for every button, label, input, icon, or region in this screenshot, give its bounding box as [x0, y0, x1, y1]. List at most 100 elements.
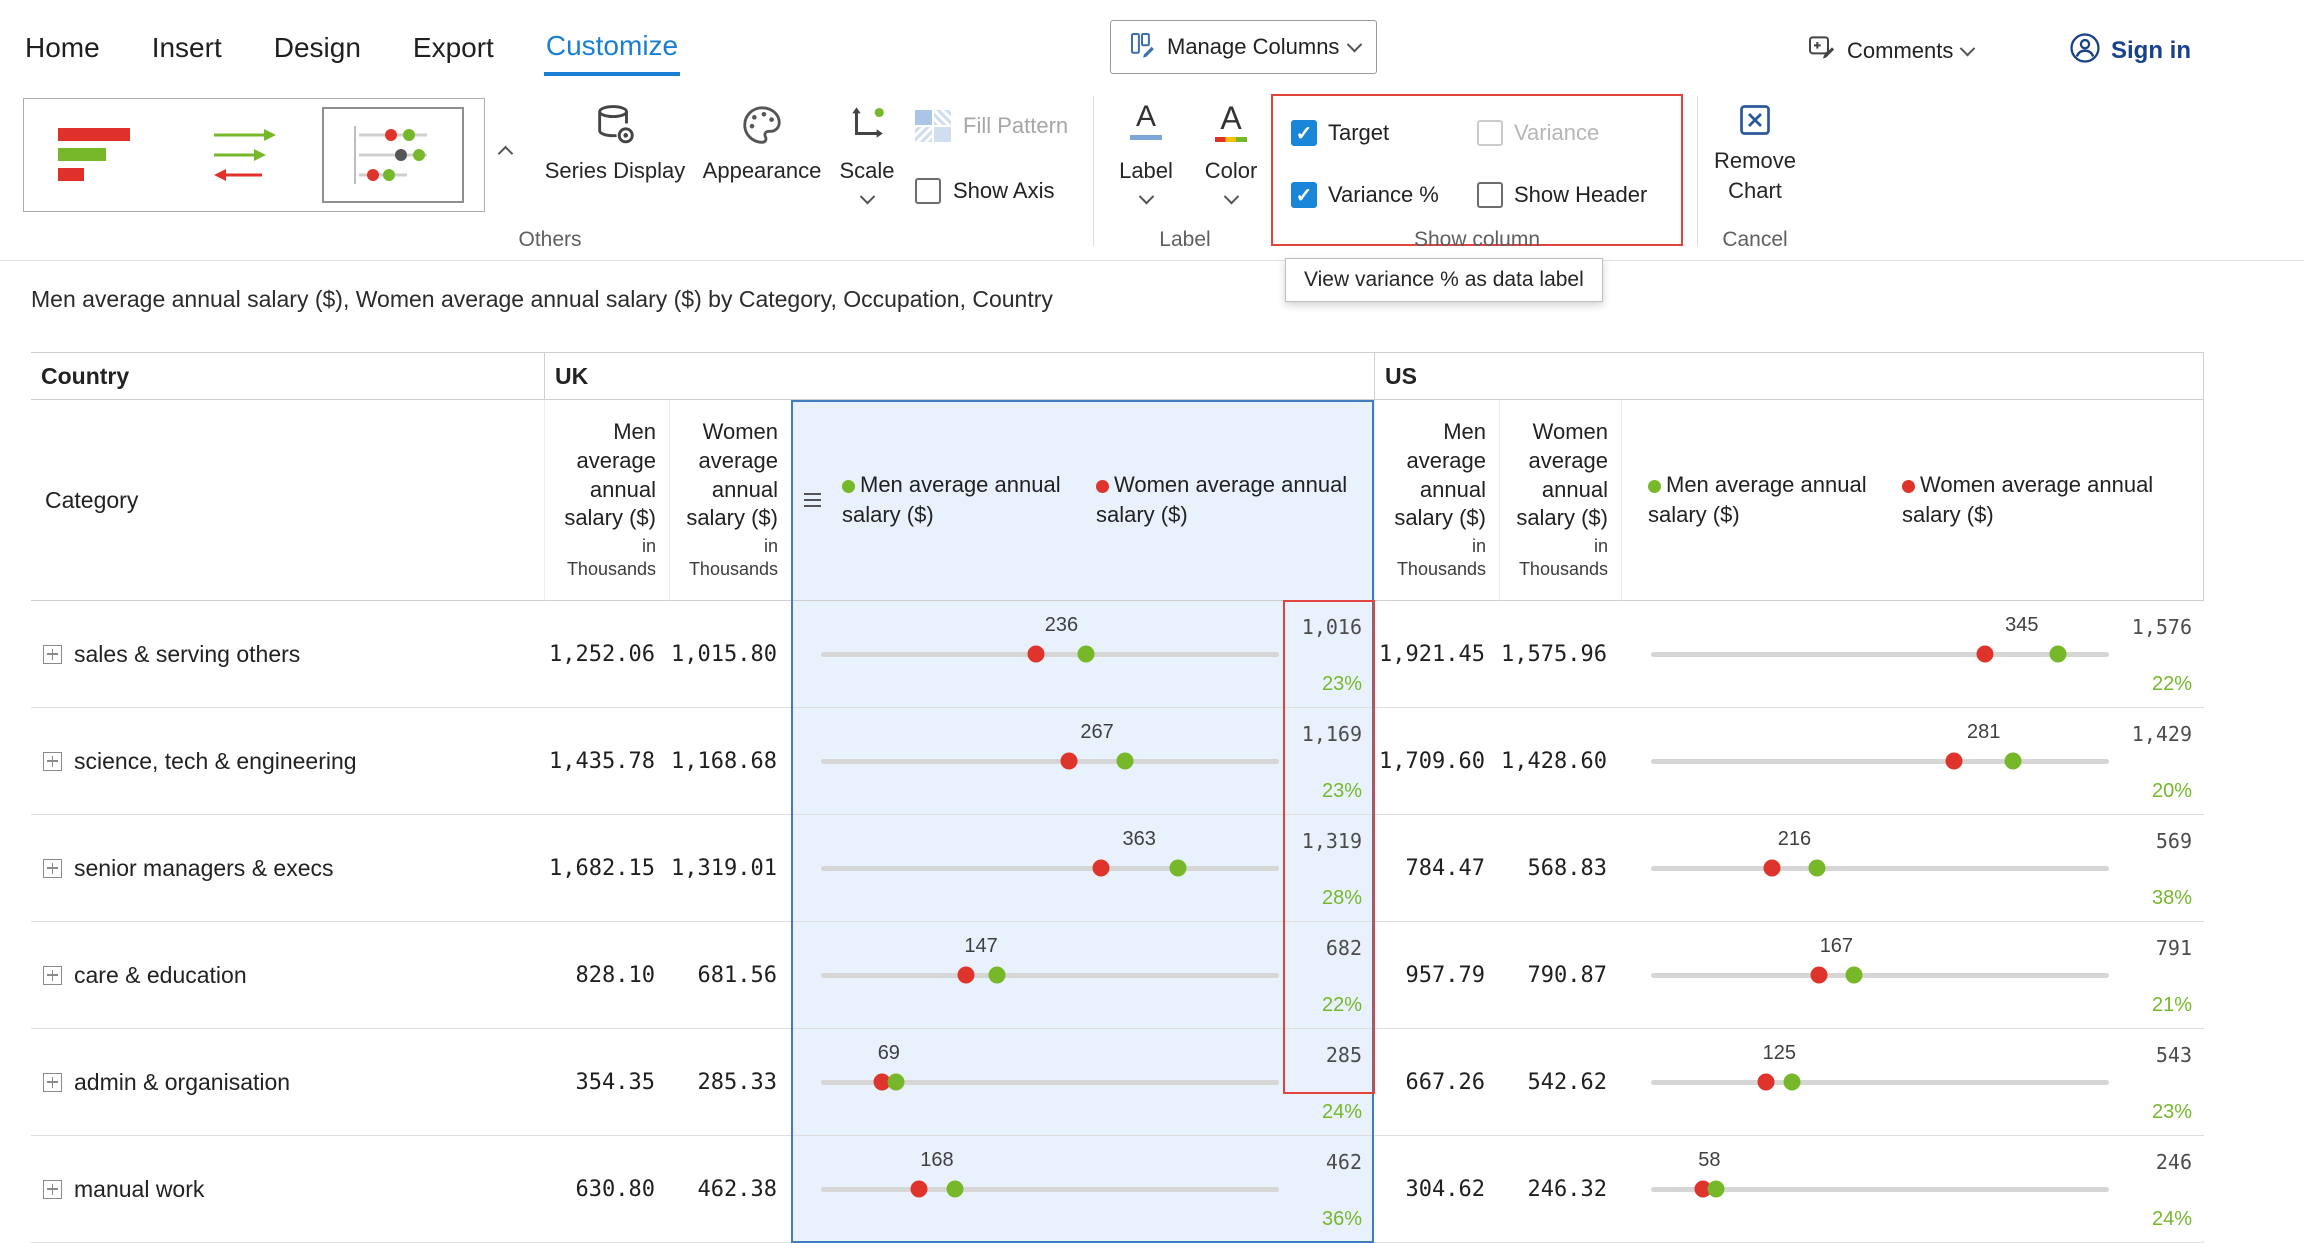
uk-chart-cell[interactable]: 236 1,016 23%: [791, 601, 1374, 708]
uk-men-value: 1,435.78: [544, 708, 669, 815]
legend-women: Women average annual salary ($): [1902, 470, 2164, 529]
tab-insert[interactable]: Insert: [150, 14, 224, 74]
series-display-label: Series Display: [540, 158, 690, 184]
show-axis-checkbox-item[interactable]: Show Axis: [915, 178, 1055, 204]
category-label: senior managers & execs: [74, 855, 334, 882]
tab-export[interactable]: Export: [411, 14, 496, 74]
chart-track: [821, 866, 1279, 871]
units-text: in Thousands: [683, 535, 778, 582]
variance-pct-value: 24%: [2152, 1208, 2192, 1231]
remove-chart-button[interactable]: Remove Chart: [1700, 88, 1810, 228]
uk-chart-header[interactable]: Men average annual salary ($) Women aver…: [791, 400, 1374, 601]
women-dot: [1092, 860, 1109, 877]
color-button[interactable]: A Color: [1192, 88, 1270, 228]
uk-men-column-header[interactable]: Men average annual salary ($) in Thousan…: [544, 400, 669, 601]
chart-type-bars-thumbnail[interactable]: [30, 107, 172, 203]
variance-checkbox: [1477, 120, 1503, 146]
target-value-label: 569: [2156, 829, 2192, 853]
uk-chart-cell[interactable]: 267 1,169 23%: [791, 708, 1374, 815]
us-chart-cell[interactable]: 167 791 21%: [1621, 922, 2204, 1029]
women-dot: [1028, 646, 1045, 663]
variance-pct-value: 38%: [2152, 887, 2192, 910]
women-dot: [1763, 860, 1780, 877]
uk-women-value: 285.33: [669, 1029, 791, 1136]
us-chart-cell[interactable]: 281 1,429 20%: [1621, 708, 2204, 815]
women-dot: [911, 1181, 928, 1198]
us-chart-cell[interactable]: 345 1,576 22%: [1621, 601, 2204, 708]
men-dot: [1117, 753, 1134, 770]
variance-pct-value: 20%: [2152, 780, 2192, 803]
category-header: Category: [31, 400, 544, 601]
us-chart-header[interactable]: Men average annual salary ($) Women aver…: [1621, 400, 2204, 601]
chart-type-dotplot-thumbnail[interactable]: [322, 107, 464, 203]
uk-women-value: 1,015.80: [669, 601, 791, 708]
us-chart-cell[interactable]: 58 246 24%: [1621, 1136, 2204, 1243]
variance-pct-value: 23%: [1322, 780, 1362, 803]
expand-icon[interactable]: [43, 966, 62, 985]
label-group-label: Label: [1100, 228, 1270, 252]
uk-women-column-header[interactable]: Women average annual salary ($) in Thous…: [669, 400, 791, 601]
cancel-group-label: Cancel: [1700, 228, 1810, 252]
comments-button[interactable]: Comments: [1806, 26, 1973, 76]
series-display-button[interactable]: Series Display: [540, 88, 690, 228]
target-checkbox-item[interactable]: Target: [1291, 120, 1389, 146]
us-men-value: 1,921.45: [1374, 601, 1499, 708]
expand-icon[interactable]: [43, 1073, 62, 1092]
units-text: in Thousands: [1388, 535, 1486, 582]
expand-icon[interactable]: [43, 645, 62, 664]
women-dot: [1810, 967, 1827, 984]
us-women-column-header[interactable]: Women average annual salary ($) in Thous…: [1499, 400, 1621, 601]
variance-pct-checkbox-item[interactable]: Variance %: [1291, 182, 1439, 208]
chart-track: [1651, 1080, 2109, 1085]
remove-chart-label: Remove Chart: [1700, 146, 1810, 205]
gallery-collapse-button[interactable]: [500, 146, 511, 164]
target-value-label: 462: [1326, 1150, 1362, 1174]
us-men-column-header[interactable]: Men average annual salary ($) in Thousan…: [1374, 400, 1499, 601]
dot-plot-icon: [345, 122, 441, 188]
category-cell[interactable]: care & education: [31, 922, 544, 1029]
chart-type-arrows-thumbnail[interactable]: [176, 107, 318, 203]
women-dot: [1977, 646, 1994, 663]
us-men-value: 304.62: [1374, 1136, 1499, 1243]
uk-chart-cell[interactable]: 168 462 36%: [791, 1136, 1374, 1243]
appearance-label: Appearance: [698, 158, 826, 184]
variance-data-label: 281: [1967, 721, 2000, 744]
label-button[interactable]: A Label: [1107, 88, 1185, 228]
expand-icon[interactable]: [43, 1180, 62, 1199]
show-axis-checkbox[interactable]: [915, 178, 941, 204]
target-checkbox[interactable]: [1291, 120, 1317, 146]
show-header-checkbox-item[interactable]: Show Header: [1477, 182, 1647, 208]
category-cell[interactable]: manual work: [31, 1136, 544, 1243]
show-column-group-label: Show column: [1271, 228, 1683, 252]
category-cell[interactable]: science, tech & engineering: [31, 708, 544, 815]
uk-chart-cell[interactable]: 147 682 22%: [791, 922, 1374, 1029]
women-dot: [1945, 753, 1962, 770]
manage-columns-button[interactable]: Manage Columns: [1110, 20, 1377, 74]
uk-chart-cell[interactable]: 69 285 24%: [791, 1029, 1374, 1136]
uk-women-value: 462.38: [669, 1136, 791, 1243]
scale-button[interactable]: Scale: [830, 88, 904, 228]
chart-track: [1651, 652, 2109, 657]
uk-group-header[interactable]: UK: [544, 352, 1374, 400]
uk-chart-cell[interactable]: 363 1,319 28%: [791, 815, 1374, 922]
category-cell[interactable]: senior managers & execs: [31, 815, 544, 922]
target-value-label: 285: [1326, 1043, 1362, 1067]
tab-home[interactable]: Home: [23, 14, 102, 74]
show-header-checkbox[interactable]: [1477, 182, 1503, 208]
expand-icon[interactable]: [43, 859, 62, 878]
sign-in-button[interactable]: Sign in: [2068, 26, 2191, 76]
us-group-header[interactable]: US: [1374, 352, 2204, 400]
us-chart-cell[interactable]: 216 569 38%: [1621, 815, 2204, 922]
uk-men-value: 1,252.06: [544, 601, 669, 708]
tab-customize[interactable]: Customize: [544, 12, 680, 76]
variance-pct-checkbox[interactable]: [1291, 182, 1317, 208]
drag-handle-icon[interactable]: [804, 493, 821, 507]
category-cell[interactable]: sales & serving others: [31, 601, 544, 708]
category-cell[interactable]: admin & organisation: [31, 1029, 544, 1136]
variance-pct-value: 22%: [1322, 994, 1362, 1017]
us-chart-cell[interactable]: 125 543 23%: [1621, 1029, 2204, 1136]
tab-design[interactable]: Design: [272, 14, 363, 74]
expand-icon[interactable]: [43, 752, 62, 771]
appearance-button[interactable]: Appearance: [698, 88, 826, 228]
us-men-value: 784.47: [1374, 815, 1499, 922]
